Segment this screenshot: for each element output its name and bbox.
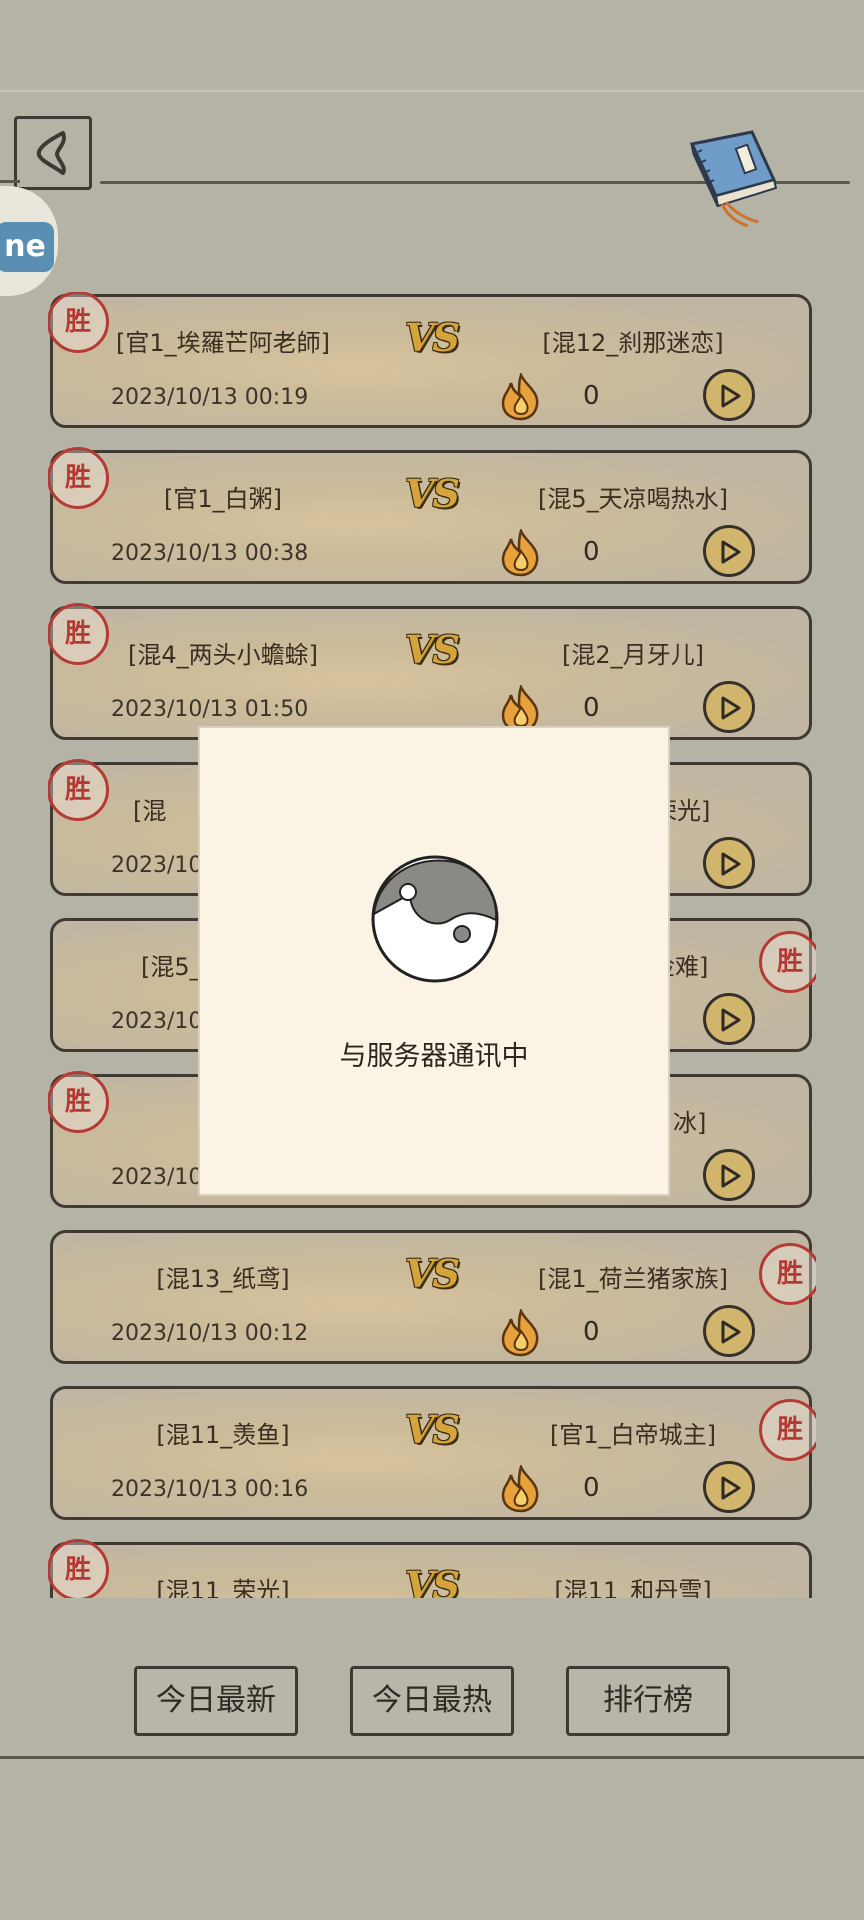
header-divider-left [0,180,20,183]
play-icon [721,1008,741,1032]
win-stamp: 胜 [48,1071,109,1133]
hot-count: 0 [583,537,600,567]
match-time: 2023/10 [111,1165,203,1190]
match-card[interactable]: 胜 [官1_埃羅芒阿老師] VS [混12_刹那迷恋] 2023/10/13 0… [48,292,812,428]
vs-badge: VS [405,627,460,672]
match-time: 2023/10/13 00:19 [111,385,309,410]
battle-replay-screen: ne 胜 [官1_埃羅芒阿老師] VS [混12_刹那迷恋] 2023/10/1… [0,0,864,1920]
hot-count: 0 [583,1317,600,1347]
chevron-left-icon [36,131,66,175]
player2-name: 冰] [673,1109,707,1137]
tab-today-latest[interactable]: 今日最新 [134,1666,298,1736]
vs-badge: VS [405,1407,460,1452]
fire-icon [501,529,539,577]
match-card[interactable]: 胜 [混11_羡鱼] VS [官1_白帝城主] 2023/10/13 00:16… [50,1386,816,1520]
match-time: 2023/10/13 01:50 [111,697,309,722]
player2-name: [混1_荷兰猪家族] [538,1265,728,1293]
match-card[interactable]: 胜 [官1_白粥] VS [混5_天凉喝热水] 2023/10/13 00:38… [48,447,812,584]
play-icon [721,852,741,876]
match-card[interactable]: 胜 [混11_荣光] VS [混11_和丹雪] [48,1539,812,1598]
player1-name: [官1_白粥] [164,485,282,513]
player2-name: [官1_白帝城主] [550,1421,716,1449]
side-app-icon[interactable]: ne [0,222,54,272]
fire-icon [501,1465,539,1513]
play-replay-button[interactable] [703,681,755,733]
vs-badge: VS [405,1563,460,1598]
vs-badge: VS [405,1251,460,1296]
play-replay-button[interactable] [703,1305,755,1357]
bottom-divider [0,1756,864,1759]
player1-name: [混 [133,797,167,825]
player1-name: [混11_羡鱼] [156,1421,290,1449]
tab-today-hottest[interactable]: 今日最热 [350,1666,514,1736]
match-time: 2023/10/13 00:38 [111,541,309,566]
win-stamp: 胜 [759,931,816,993]
hot-count: 0 [583,1473,600,1503]
play-icon [721,696,741,720]
tab-leaderboard[interactable]: 排行榜 [566,1666,730,1736]
hot-count: 0 [583,381,600,411]
player1-name: [官1_埃羅芒阿老師] [116,329,330,357]
match-time: 2023/10/13 00:16 [111,1477,309,1502]
player2-name: [混11_和丹雪] [554,1577,712,1598]
player1-name: [混13_纸鸢] [156,1265,290,1293]
player2-name: [混5_天凉喝热水] [538,485,728,513]
top-divider [0,90,864,92]
match-time: 2023/10/13 00:12 [111,1321,309,1346]
match-card[interactable]: 胜 [混13_纸鸢] VS [混1_荷兰猪家族] 2023/10/13 00:1… [50,1230,816,1364]
book-icon[interactable] [682,126,782,230]
play-replay-button[interactable] [703,525,755,577]
player2-name: [混12_刹那迷恋] [542,329,724,357]
yin-yang-icon [371,855,499,983]
play-replay-button[interactable] [703,1461,755,1513]
play-icon [721,1476,741,1500]
play-replay-button[interactable] [703,993,755,1045]
play-icon [721,540,741,564]
loading-text: 与服务器通讯中 [339,1041,529,1072]
player1-name: [混11_荣光] [156,1577,290,1598]
vs-badge: VS [405,315,460,360]
play-icon [721,1320,741,1344]
fire-icon [501,1309,539,1357]
hot-count: 0 [583,693,600,723]
match-time: 2023/10 [111,1009,203,1034]
player1-name: [混4_两头小蟾蜍] [128,641,318,669]
play-icon [721,384,741,408]
play-replay-button[interactable] [703,369,755,421]
match-card[interactable]: 胜 [混4_两头小蟾蜍] VS [混2_月牙儿] 2023/10/13 01:5… [48,603,812,740]
win-stamp: 胜 [48,759,109,821]
player1-name: [混5_ [141,953,202,981]
play-replay-button[interactable] [703,837,755,889]
back-button[interactable] [14,116,92,190]
play-icon [721,1164,741,1188]
vs-badge: VS [405,471,460,516]
player2-name: [混2_月牙儿] [562,641,704,669]
play-replay-button[interactable] [703,1149,755,1201]
match-time: 2023/10 [111,853,203,878]
fire-icon [501,373,539,421]
loading-dialog: 与服务器通讯中 [198,726,670,1196]
